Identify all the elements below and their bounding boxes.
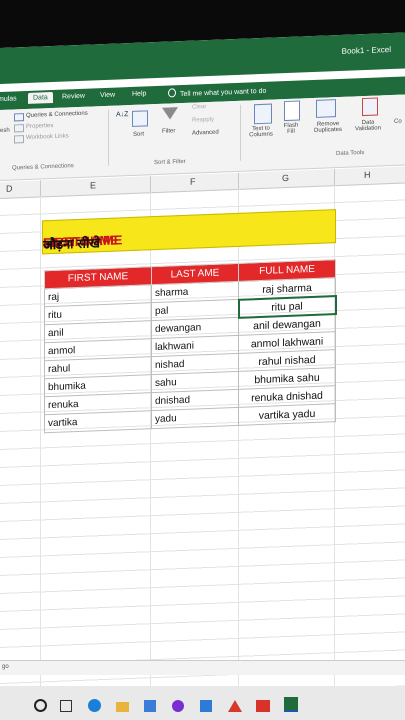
status-text: go [2,664,9,670]
edge-browser-icon[interactable] [88,699,101,712]
column-header-d[interactable]: D [6,184,13,194]
sort-icon [132,110,148,127]
flash-fill-button[interactable]: Flash Fill [282,122,300,135]
divider [238,172,239,189]
app-icon[interactable] [200,700,212,712]
lightbulb-icon [168,88,176,98]
cell-first-name[interactable]: vartika [44,410,152,433]
window-title: Book1 - Excel [341,44,391,56]
column-header-e[interactable]: E [90,180,96,190]
column-header-f[interactable]: F [190,176,196,186]
refresh-button[interactable]: resh [0,128,10,134]
text-to-columns-icon [254,103,272,125]
data-validation-icon [362,97,378,117]
sort-az-icon[interactable]: A↓Z [116,111,128,118]
group-label-sort-filter: Sort & Filter [154,158,186,167]
column-header-g[interactable]: G [282,173,289,183]
divider [334,169,335,186]
app-icon[interactable] [172,700,184,712]
tell-me-label: Tell me what you want to do [180,87,267,99]
tab-data[interactable]: Data [28,91,53,104]
reapply-button[interactable]: Reapply [192,117,214,124]
column-header-h[interactable]: H [364,170,371,180]
file-explorer-icon[interactable] [116,702,129,712]
tab-formulas[interactable]: mulas [0,95,17,103]
gridline [40,196,41,720]
app-icon[interactable] [228,700,242,712]
names-table: FIRST NAME LAST AME FULL NAME raj sharma r… [44,259,337,433]
status-bar: go [0,660,405,675]
group-label-data-tools: Data Tools [336,150,365,158]
workbook-links-button[interactable]: Workbook Links [26,133,69,141]
clear-button[interactable]: Clear [192,104,206,111]
flash-fill-icon [284,100,300,122]
workbook-links-icon [14,135,24,144]
search-icon[interactable] [34,699,47,712]
store-icon[interactable] [144,700,156,712]
advanced-button[interactable]: Advanced [192,130,219,137]
tab-review[interactable]: Review [62,93,85,101]
divider [108,109,109,166]
wps-office-icon[interactable] [256,700,270,712]
sort-button[interactable]: Sort [133,131,144,137]
group-label-queries: Queries & Connections [12,163,74,172]
consolidate-button[interactable]: Co [394,119,402,125]
remove-duplicates-icon [316,99,336,118]
text-to-columns-button[interactable]: Text to Columns [246,125,276,139]
task-view-icon[interactable] [60,700,72,712]
divider [150,176,151,193]
filter-icon [162,107,178,120]
excel-icon[interactable] [284,697,298,712]
queries-connections-button[interactable]: Queries & Connections [26,111,88,119]
cell-last-name[interactable]: yadu [151,407,239,429]
divider [240,104,241,161]
title-bar: Book1 - Excel [0,32,405,84]
filter-button[interactable]: Filter [162,128,175,135]
properties-icon [14,124,24,133]
data-validation-button[interactable]: Data Validation [350,119,386,133]
banner-hindi-text: जोड़ना सीखे [43,235,100,253]
properties-button[interactable]: Properties [26,123,53,130]
tab-help[interactable]: Help [132,90,146,98]
cell-full-name[interactable]: vartika yadu [238,403,336,426]
cell-grid[interactable] [0,182,405,720]
taskbar [0,686,405,720]
queries-icon [14,113,24,122]
excel-window: Book1 - Excel mulas Data Review View Hel… [0,32,405,720]
tell-me-search[interactable]: Tell me what you want to do [168,85,266,99]
tab-view[interactable]: View [100,92,115,100]
worksheet[interactable]: D E F G H FIRST NAME और LAST NAME जोड़ना… [0,166,405,720]
divider [40,180,41,197]
remove-duplicates-button[interactable]: Remove Duplicates [308,121,348,135]
